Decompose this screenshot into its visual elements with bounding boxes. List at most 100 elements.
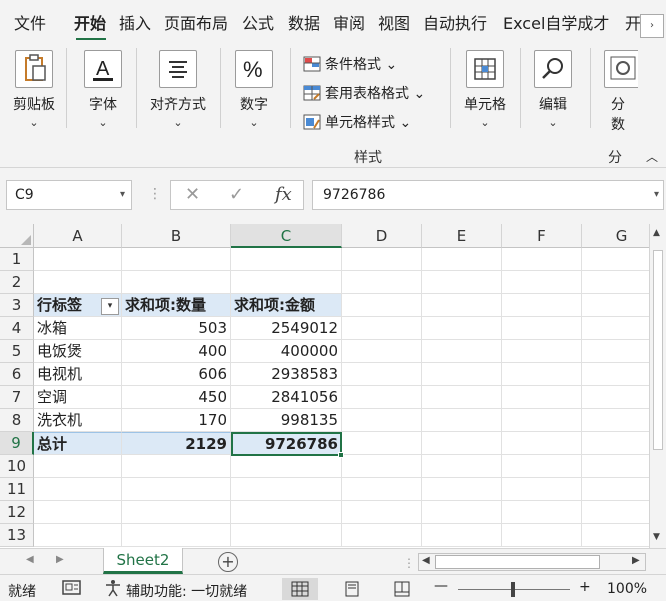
grid-cell[interactable] (122, 248, 231, 271)
table-cell-qty[interactable]: 503 (122, 317, 231, 340)
column-header-c[interactable]: C (231, 224, 342, 248)
grid-cell[interactable] (422, 409, 502, 432)
font-button[interactable]: A 字体 ⌄ (76, 50, 130, 129)
alignment-button[interactable]: 对齐方式 ⌄ (144, 50, 212, 129)
grid-cell[interactable] (422, 432, 502, 455)
table-cell-label[interactable]: 空调 (34, 386, 122, 409)
row-header-13[interactable]: 13 (0, 524, 34, 547)
grid-cell[interactable] (122, 524, 231, 547)
grid-cell[interactable] (342, 501, 422, 524)
grid-cell[interactable] (122, 271, 231, 294)
accessibility-status[interactable]: 辅助功能: 一切就绪 (126, 581, 247, 601)
zoom-out-icon[interactable]: — (434, 578, 448, 594)
grid-cell[interactable] (502, 501, 582, 524)
name-box[interactable]: C9 ▾ (6, 180, 132, 210)
worksheet-grid[interactable]: A B C D E F G 1 2 3 4 5 6 7 8 9 10 11 12… (0, 224, 666, 548)
grid-cell[interactable] (422, 340, 502, 363)
prev-sheet-icon[interactable]: ◀ (26, 554, 34, 565)
grid-cell[interactable] (502, 340, 582, 363)
grid-cell[interactable] (342, 455, 422, 478)
zoom-slider-thumb[interactable] (511, 582, 515, 597)
grid-cell[interactable] (231, 271, 342, 294)
row-header-1[interactable]: 1 (0, 248, 34, 271)
grid-cell[interactable] (502, 294, 582, 317)
tab-page-layout[interactable]: 页面布局 (164, 10, 228, 34)
scroll-right-icon[interactable]: ▶ (632, 555, 640, 566)
grid-cell[interactable] (422, 317, 502, 340)
table-cell-qty[interactable]: 400 (122, 340, 231, 363)
scroll-left-icon[interactable]: ◀ (422, 555, 430, 566)
insert-function-icon[interactable]: fx (275, 184, 292, 205)
grid-cell[interactable] (502, 271, 582, 294)
table-cell-amount[interactable]: 2841056 (231, 386, 342, 409)
grid-cell[interactable] (342, 432, 422, 455)
grid-cell[interactable] (231, 524, 342, 547)
grid-cell[interactable] (34, 478, 122, 501)
scroll-up-icon[interactable]: ▲ (653, 228, 660, 238)
collapse-ribbon-icon[interactable]: ︿ (646, 148, 658, 165)
grid-cell[interactable] (422, 386, 502, 409)
grid-cell[interactable] (342, 294, 422, 317)
grid-cell[interactable] (502, 455, 582, 478)
grid-cell[interactable] (422, 294, 502, 317)
grid-cell[interactable] (422, 455, 502, 478)
horizontal-scrollbar[interactable]: ◀ ▶ (418, 553, 646, 571)
grid-cell[interactable] (342, 478, 422, 501)
normal-view-button[interactable] (282, 578, 318, 600)
grid-cell[interactable] (34, 524, 122, 547)
grid-cell[interactable] (122, 501, 231, 524)
table-cell-label[interactable]: 电视机 (34, 363, 122, 386)
page-break-view-button[interactable] (384, 578, 420, 600)
cancel-icon[interactable]: ✕ (185, 184, 200, 205)
add-sheet-button[interactable]: + (218, 552, 238, 572)
table-cell-qty[interactable]: 170 (122, 409, 231, 432)
pivot-header-amount[interactable]: 求和项:金额 (231, 294, 342, 317)
format-as-table-button[interactable]: 套用表格格式 ⌄ (303, 83, 425, 103)
pivot-header-qty[interactable]: 求和项:数量 (122, 294, 231, 317)
grid-cell[interactable] (502, 317, 582, 340)
grid-cell[interactable] (422, 363, 502, 386)
table-cell-amount[interactable]: 2549012 (231, 317, 342, 340)
tab-view[interactable]: 视图 (378, 10, 410, 34)
grid-cell[interactable] (122, 455, 231, 478)
grid-cell[interactable] (342, 271, 422, 294)
grid-cell[interactable] (502, 432, 582, 455)
vertical-scroll-thumb[interactable] (653, 250, 663, 450)
column-header-e[interactable]: E (422, 224, 502, 248)
grid-cell[interactable] (342, 317, 422, 340)
grid-cell[interactable] (231, 501, 342, 524)
grid-cell[interactable] (502, 363, 582, 386)
row-header-9[interactable]: 9 (0, 432, 34, 455)
conditional-formatting-button[interactable]: 条件格式 ⌄ (303, 54, 397, 74)
fill-handle[interactable] (338, 452, 344, 458)
tab-file[interactable]: 文件 (14, 10, 46, 34)
grid-cell[interactable] (34, 271, 122, 294)
cells-button[interactable]: 单元格 ⌄ (458, 50, 512, 129)
horizontal-scroll-thumb[interactable] (435, 555, 600, 569)
grid-cell[interactable] (231, 455, 342, 478)
scroll-down-icon[interactable]: ▼ (653, 532, 660, 542)
confirm-icon[interactable]: ✓ (229, 184, 244, 205)
tab-scroll-right-button[interactable]: › (640, 14, 664, 38)
row-header-3[interactable]: 3 (0, 294, 34, 317)
table-cell-qty[interactable]: 450 (122, 386, 231, 409)
column-header-b[interactable]: B (122, 224, 231, 248)
column-header-d[interactable]: D (342, 224, 422, 248)
number-button[interactable]: % 数字 ⌄ (228, 50, 280, 129)
grid-cell[interactable] (231, 478, 342, 501)
sheet-bar-splitter-icon[interactable]: ⋮ (403, 556, 415, 570)
tab-developer[interactable]: 开 (625, 10, 641, 34)
grid-cell[interactable] (342, 340, 422, 363)
grid-cell[interactable] (122, 478, 231, 501)
row-header-2[interactable]: 2 (0, 271, 34, 294)
table-cell-amount[interactable]: 400000 (231, 340, 342, 363)
table-cell-label[interactable]: 冰箱 (34, 317, 122, 340)
vertical-scrollbar[interactable]: ▲ ▼ (649, 224, 666, 548)
table-cell-qty[interactable]: 606 (122, 363, 231, 386)
editing-button[interactable]: 编辑 ⌄ (528, 50, 578, 129)
table-cell-label[interactable]: 电饭煲 (34, 340, 122, 363)
column-header-f[interactable]: F (502, 224, 582, 248)
grid-cell[interactable] (502, 248, 582, 271)
row-header-5[interactable]: 5 (0, 340, 34, 363)
grid-cell[interactable] (342, 363, 422, 386)
